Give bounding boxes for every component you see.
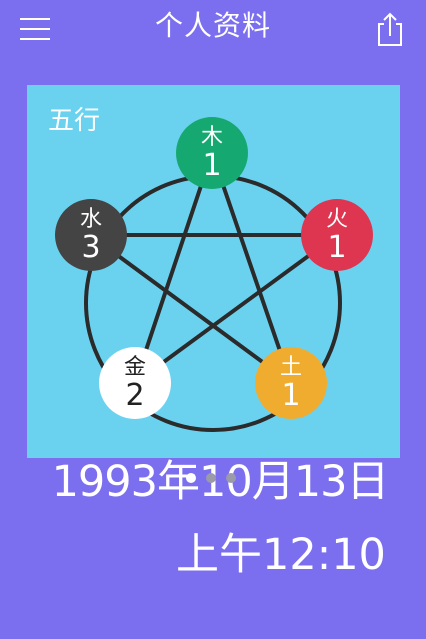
five-elements-panel: 五行 木 1 火 1 土 1 金 2 水 3 <box>27 85 400 458</box>
page-dot-1[interactable] <box>186 473 196 483</box>
element-fire-count: 1 <box>327 230 347 265</box>
page-indicator[interactable] <box>184 473 244 483</box>
element-water-char: 水 <box>79 207 102 232</box>
element-wood[interactable]: 木 1 <box>176 117 248 189</box>
share-button[interactable] <box>374 12 406 48</box>
element-fire[interactable]: 火 1 <box>301 199 373 271</box>
element-earth-count: 1 <box>281 378 301 413</box>
element-earth-char: 土 <box>279 355 302 380</box>
element-metal-count: 2 <box>125 378 145 413</box>
element-wood-char: 木 <box>200 125 223 150</box>
element-fire-char: 火 <box>325 207 348 232</box>
element-water-count: 3 <box>81 230 101 265</box>
page-title: 个人资料 <box>154 9 271 42</box>
page-dot-2[interactable] <box>206 473 216 483</box>
page-dot-3[interactable] <box>226 473 236 483</box>
share-icon <box>378 12 402 46</box>
element-wood-count: 1 <box>202 148 222 183</box>
element-metal[interactable]: 金 2 <box>99 347 171 419</box>
navigation-bar: 个人资料 <box>0 0 426 56</box>
element-earth[interactable]: 土 1 <box>255 347 327 419</box>
element-metal-char: 金 <box>123 355 146 380</box>
element-water[interactable]: 水 3 <box>55 199 127 271</box>
birth-time: 上午12:10 <box>176 530 386 580</box>
